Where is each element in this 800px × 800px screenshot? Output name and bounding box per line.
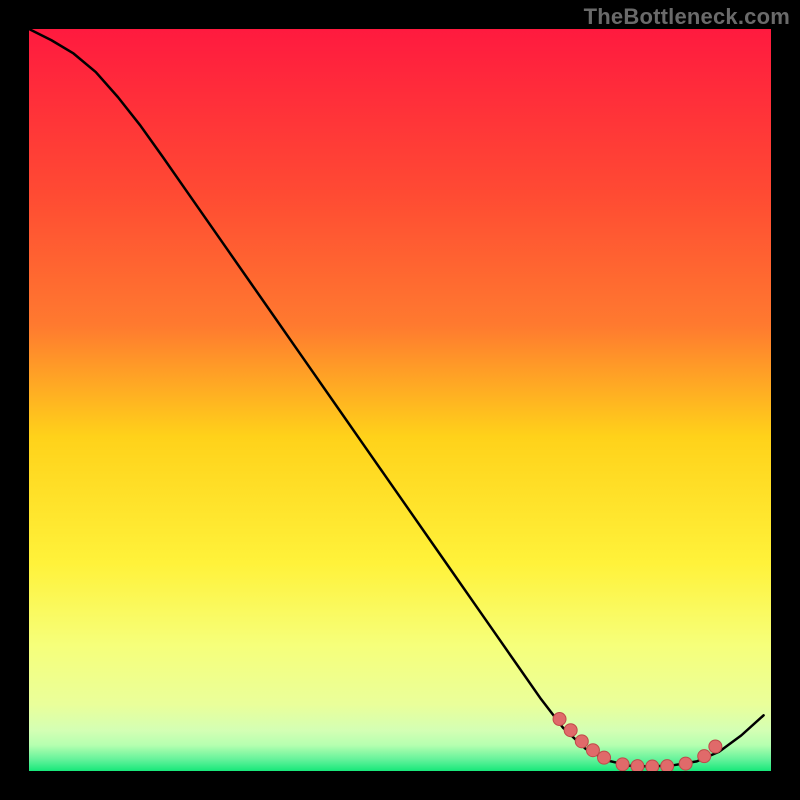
data-marker (679, 757, 692, 770)
data-marker (709, 740, 722, 753)
plot-svg (29, 29, 771, 771)
data-marker (661, 760, 674, 771)
data-marker (553, 713, 566, 726)
data-marker (586, 744, 599, 757)
data-marker (616, 758, 629, 771)
plot-area (29, 29, 771, 771)
data-marker (698, 750, 711, 763)
data-marker (631, 760, 644, 771)
data-marker (575, 735, 588, 748)
gradient-background (29, 29, 771, 771)
data-marker (598, 751, 611, 764)
data-marker (646, 760, 659, 771)
watermark-text: TheBottleneck.com (584, 4, 790, 30)
chart-stage: TheBottleneck.com (0, 0, 800, 800)
data-marker (564, 724, 577, 737)
